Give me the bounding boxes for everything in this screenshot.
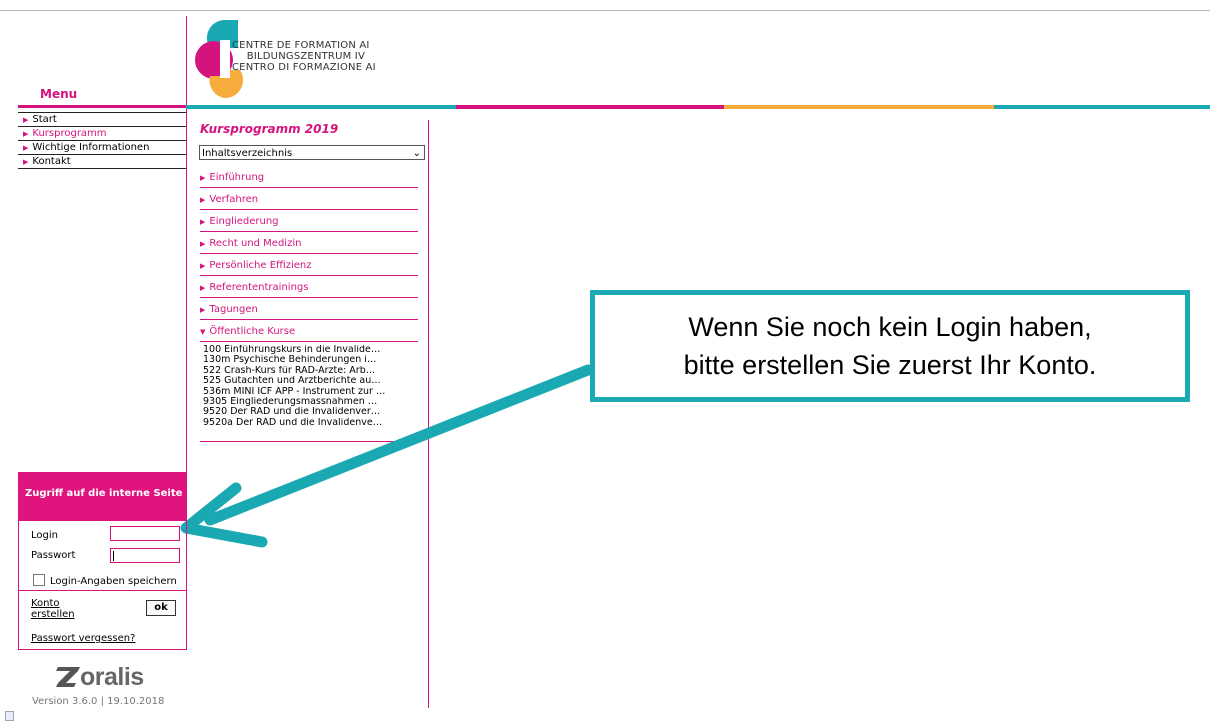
password-label: Passwort	[31, 550, 76, 561]
brand-text: oralis	[80, 663, 144, 691]
forgot-password-link[interactable]: Passwort vergessen?	[31, 633, 135, 644]
remember-label: Login-Angaben speichern	[50, 576, 177, 587]
page-icon	[5, 711, 14, 721]
create-account-link[interactable]: Konto erstellen	[31, 598, 91, 620]
login-label: Login	[31, 530, 58, 541]
zoralis-logo: oralis	[56, 663, 144, 692]
login-header: Zugriff auf die interne Seite	[19, 473, 186, 521]
version-text: Version 3.6.0 | 19.10.2018	[32, 696, 165, 707]
remember-login[interactable]: Login-Angaben speichern	[33, 574, 177, 587]
text-cursor	[113, 551, 114, 561]
login-panel: Zugriff auf die interne Seite Login Pass…	[18, 472, 187, 650]
login-input[interactable]	[110, 526, 180, 541]
remember-checkbox[interactable]	[33, 574, 45, 586]
ok-button[interactable]: ok	[146, 600, 176, 616]
login-divider	[19, 590, 186, 591]
password-input[interactable]	[110, 548, 180, 563]
z-logo-icon	[56, 667, 80, 687]
